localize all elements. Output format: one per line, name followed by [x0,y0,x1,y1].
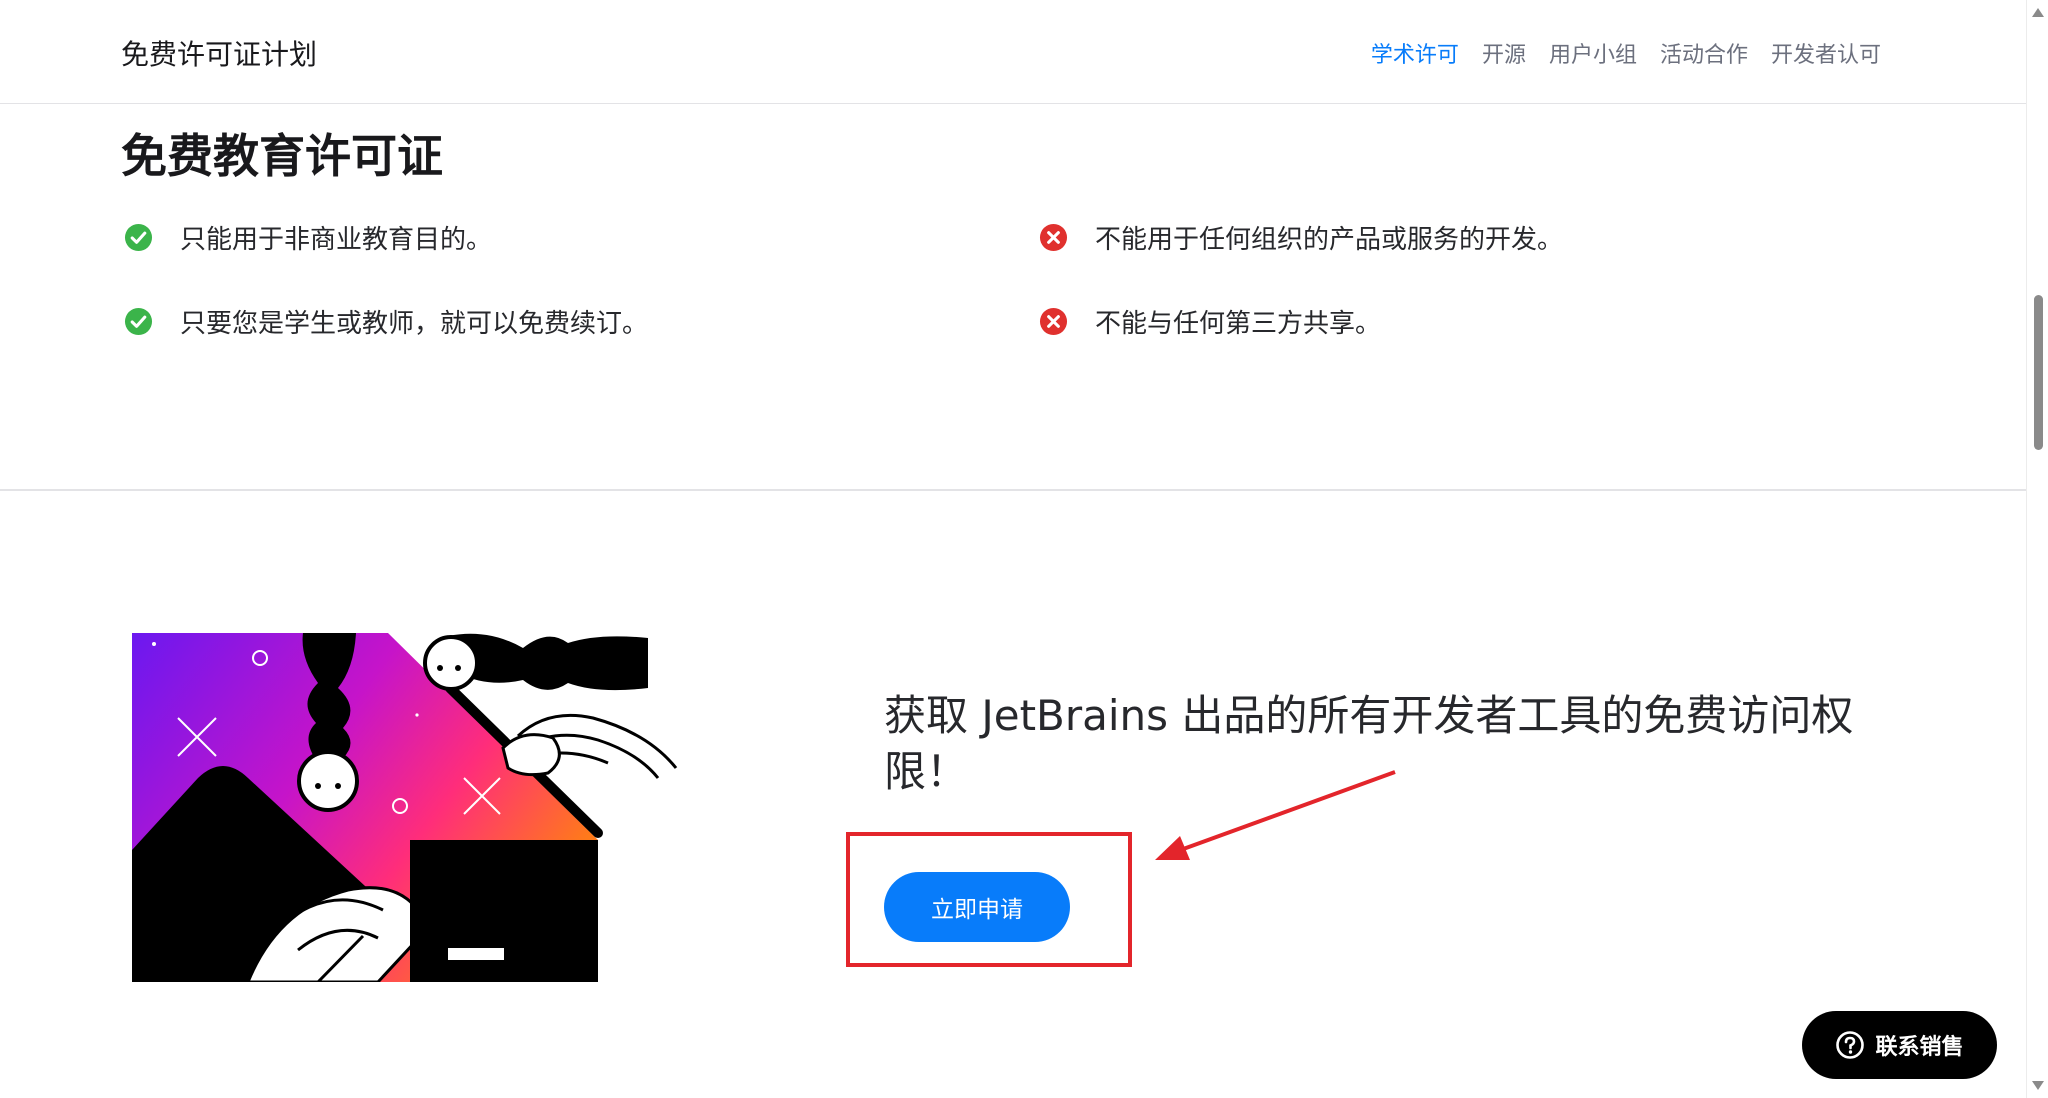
scroll-down-arrow-icon[interactable] [2032,1081,2044,1090]
rule-text: 不能用于任何组织的产品或服务的开发。 [1095,224,1564,255]
scrollbar-thumb[interactable] [2034,295,2043,450]
nav-item-developer-recognition[interactable]: 开发者认可 [1771,37,1881,69]
scroll-up-arrow-icon[interactable] [2032,8,2044,17]
top-nav: 学术许可 开源 用户小组 活动合作 开发者认可 [1371,37,1881,69]
section-heading: 免费教育许可证 [121,129,443,184]
nav-item-event-partnership[interactable]: 活动合作 [1660,37,1748,69]
contact-sales-label: 联系销售 [1875,1035,1964,1060]
check-circle-icon [124,223,153,251]
vertical-scrollbar[interactable] [2026,0,2048,1098]
annotation-arrow [1155,770,1396,860]
check-circle-icon [124,307,153,335]
x-circle-icon [1039,307,1068,335]
nav-item-user-groups[interactable]: 用户小组 [1549,37,1637,69]
site-title[interactable]: 免费许可证计划 [121,33,317,73]
rule-text: 只能用于非商业教育目的。 [180,224,493,255]
rule-text: 只要您是学生或教师，就可以免费续订。 [180,308,649,339]
apply-now-button[interactable]: 立即申请 [884,872,1070,942]
list-item: 不能用于任何组织的产品或服务的开发。 [1039,215,1563,259]
rule-text: 不能与任何第三方共享。 [1095,308,1382,339]
contact-sales-button[interactable]: 联系销售 [1802,1011,1997,1079]
list-item: 不能与任何第三方共享。 [1039,299,1563,343]
top-navigation-bar: 免费许可证计划 学术许可 开源 用户小组 活动合作 开发者认可 [0,0,2026,104]
nav-item-open-source[interactable]: 开源 [1482,37,1526,69]
gift-box-illustration [132,633,678,982]
section-divider [0,489,2026,491]
question-circle-icon [1836,1031,1865,1059]
denied-rules-list: 不能用于任何组织的产品或服务的开发。 不能与任何第三方共享。 [1039,215,1563,383]
list-item: 只要您是学生或教师，就可以免费续订。 [124,299,648,343]
x-circle-icon [1039,223,1068,251]
nav-item-academic-license[interactable]: 学术许可 [1371,37,1459,69]
allowed-rules-list: 只能用于非商业教育目的。 只要您是学生或教师，就可以免费续订。 [124,215,648,383]
list-item: 只能用于非商业教育目的。 [124,215,648,259]
